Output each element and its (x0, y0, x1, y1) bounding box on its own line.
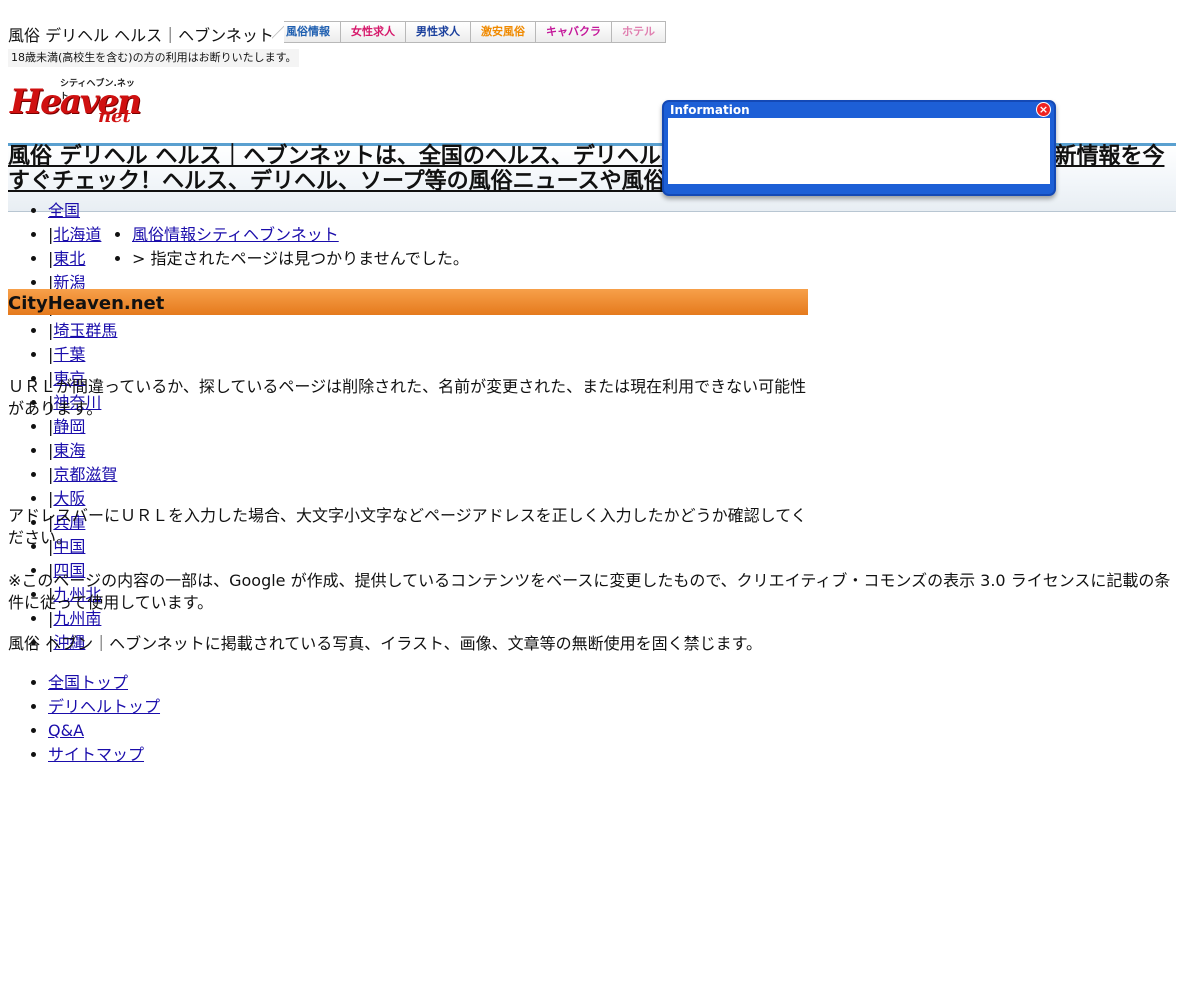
top-tab[interactable]: キャバクラ (536, 21, 612, 43)
region-link[interactable]: 全国 (48, 201, 80, 220)
footer-link[interactable]: サイトマップ (48, 745, 144, 764)
site-title: 風俗 デリヘル ヘルス｜ヘブンネット (8, 26, 274, 45)
section-title: CityHeaven.net (8, 293, 165, 314)
footer-item: デリヘルトップ (48, 695, 160, 719)
footer-item: サイトマップ (48, 743, 160, 767)
license-notice: ※このページの内容の一部は、Google が作成、提供しているコンテンツをベース… (8, 571, 1171, 612)
footer-link[interactable]: デリヘルトップ (48, 697, 160, 716)
top-tab[interactable]: 激安風俗 (471, 21, 536, 43)
age-notice: 18歳未満(高校生を含む)の方の利用はお断りいたします。 (8, 49, 300, 67)
region-link[interactable]: 埼玉群馬 (53, 321, 117, 340)
cityheaven-logo[interactable]: シティヘブン.ネット Heaven net (10, 76, 142, 128)
footer-item: Q&A (48, 719, 160, 743)
footer-links: 全国トップデリヘルトップ Q&A サイトマップ (8, 671, 160, 767)
top-tabs: 風俗情報 女性求人 男性求人 激安風俗 キャバクラ ホテル (272, 21, 666, 43)
not-found-message: ＵＲＬが間違っているか、探しているページは削除された、名前が変更された、または現… (8, 377, 807, 418)
close-icon[interactable]: × (1036, 102, 1051, 117)
information-title: Information (670, 103, 750, 117)
top-tab[interactable]: 女性求人 (341, 21, 406, 43)
breadcrumb-home: 風俗情報シティヘブンネット (132, 223, 469, 247)
region-item: |東海 (48, 439, 117, 463)
region-item: |京都滋賀 (48, 463, 117, 487)
information-body (668, 118, 1050, 184)
top-tab[interactable]: 風俗情報 (272, 21, 341, 43)
copyright-notice: 風俗 ヘブン｜ヘブンネットに掲載されている写真、イラスト、画像、文章等の無断使用… (8, 634, 763, 653)
region-item: |千葉 (48, 343, 117, 367)
breadcrumb-home-link[interactable]: 風俗情報シティヘブンネット (132, 225, 339, 244)
region-link[interactable]: 京都滋賀 (53, 465, 117, 484)
region-link[interactable]: 東海 (53, 441, 85, 460)
region-item: 全国 (48, 199, 117, 223)
footer-link[interactable]: 全国トップ (48, 673, 128, 692)
check-url-message: アドレスバーにＵＲＬを入力した場合、大文字小文字などページアドレスを正しく入力し… (8, 506, 807, 547)
footer-link[interactable]: Q&A (48, 721, 84, 740)
breadcrumb: 風俗情報シティヘブンネット > 指定されたページは見つかりませんでした。 (92, 223, 469, 271)
top-tab[interactable]: 男性求人 (406, 21, 471, 43)
region-link[interactable]: 東北 (53, 249, 85, 268)
breadcrumb-current: > 指定されたページは見つかりませんでした。 (132, 247, 469, 271)
logo-net: net (98, 106, 131, 127)
information-popup: Information × (662, 100, 1056, 196)
top-tab[interactable]: ホテル (612, 21, 666, 43)
region-item: |埼玉群馬 (48, 319, 117, 343)
footer-item: 全国トップ (48, 671, 160, 695)
region-link[interactable]: 千葉 (53, 345, 85, 364)
